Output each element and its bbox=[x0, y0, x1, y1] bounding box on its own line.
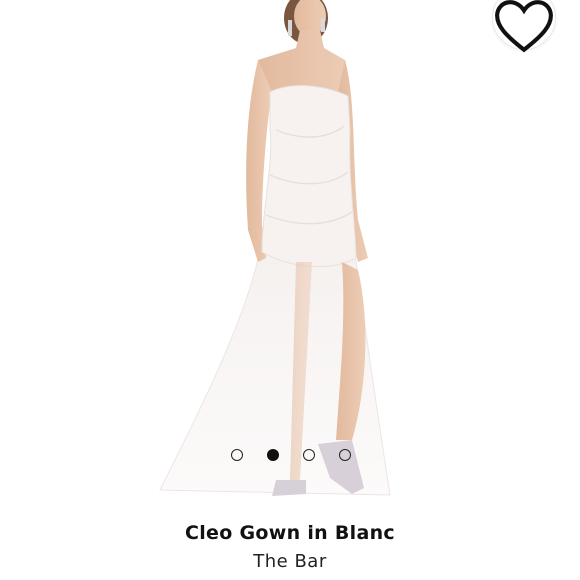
carousel-dot-3[interactable] bbox=[303, 449, 315, 461]
carousel-dot-2[interactable] bbox=[267, 449, 279, 461]
favorite-button[interactable] bbox=[492, 0, 556, 53]
brand-name[interactable]: The Bar bbox=[0, 551, 580, 572]
carousel-dot-4[interactable] bbox=[339, 449, 351, 461]
carousel-dots bbox=[231, 448, 351, 462]
product-title[interactable]: Cleo Gown in Blanc bbox=[0, 522, 580, 544]
heart-outline-icon bbox=[495, 0, 553, 53]
product-card[interactable]: Cleo Gown in Blanc The Bar bbox=[0, 0, 580, 580]
product-image[interactable] bbox=[0, 0, 580, 510]
carousel-dot-1[interactable] bbox=[231, 449, 243, 461]
